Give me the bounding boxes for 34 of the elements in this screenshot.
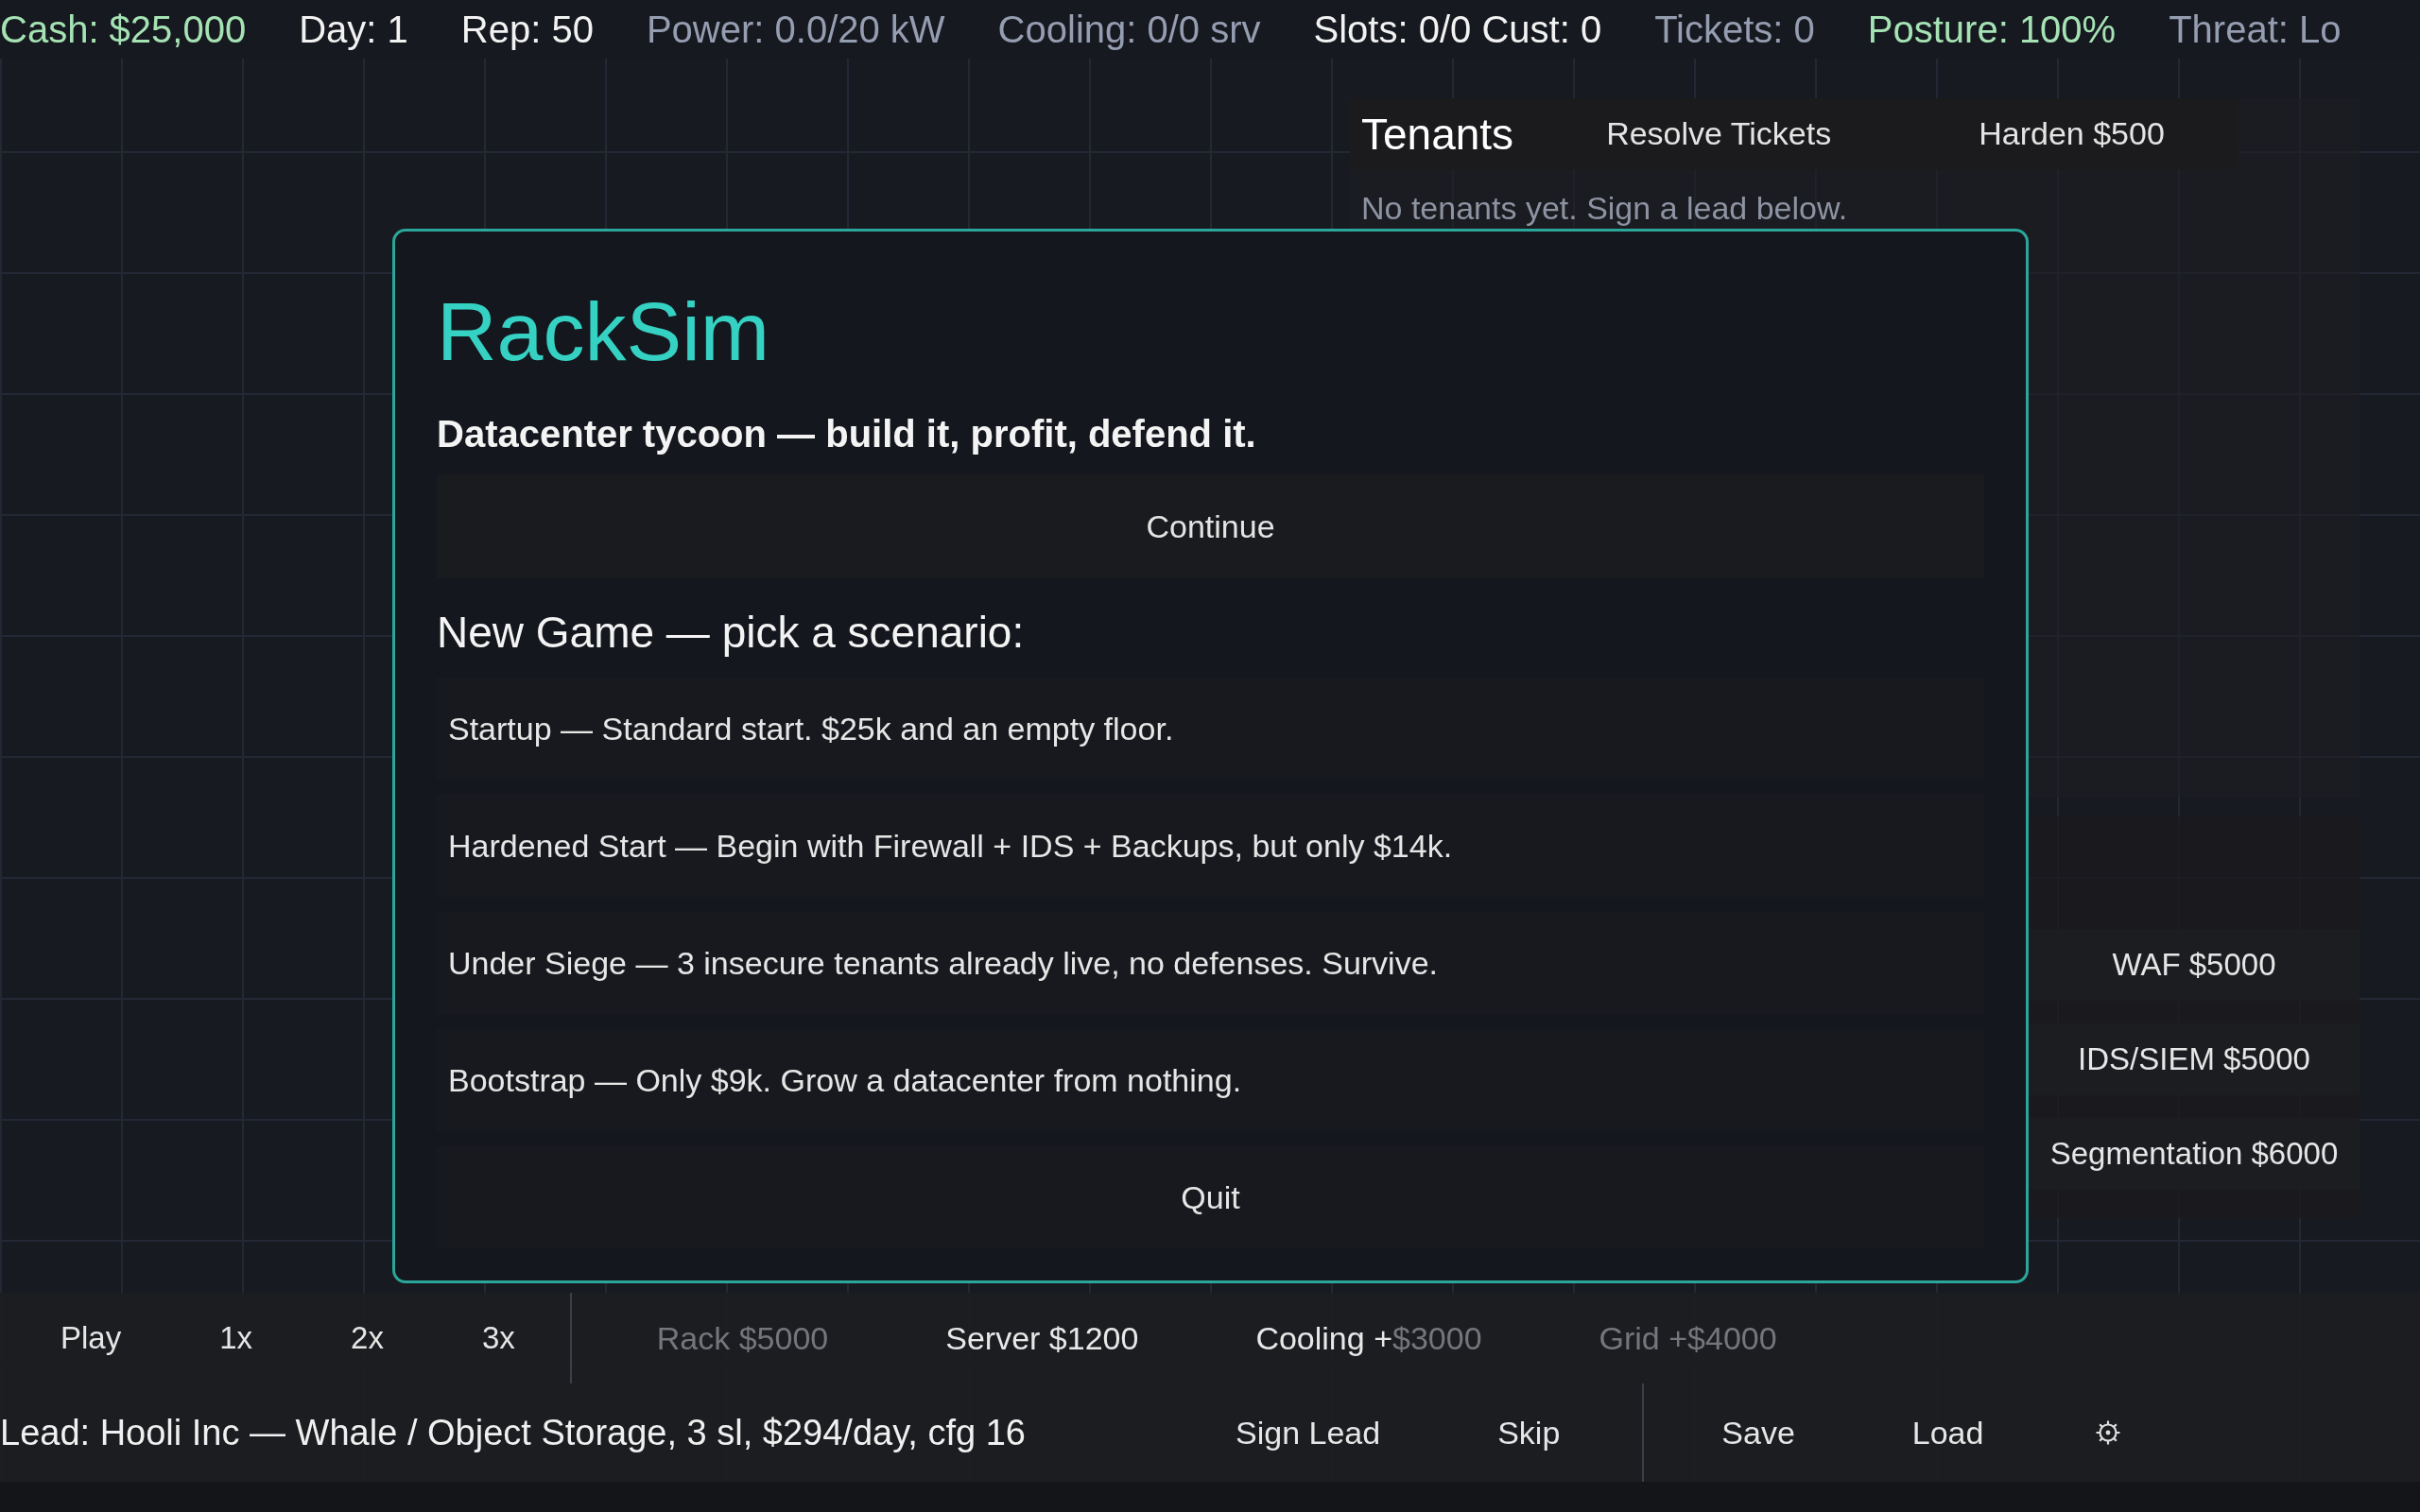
playback-button[interactable]: 1x xyxy=(178,1293,295,1383)
lead-action-button[interactable]: Skip xyxy=(1439,1383,1619,1482)
file-button[interactable]: Save xyxy=(1663,1383,1854,1482)
build-button[interactable]: Grid +$4000 xyxy=(1540,1293,1836,1383)
status-readout: Power: 0.0/20 kW xyxy=(646,8,945,52)
section-heading: New Game — pick a scenario: xyxy=(437,607,1025,658)
status-readout: Posture: 100% xyxy=(1867,8,2117,52)
status-readout: Rep: 50 xyxy=(460,8,594,52)
defense-button[interactable]: WAF $5000 xyxy=(2029,929,2360,1001)
status-readout: Tickets: 0 xyxy=(1654,8,1815,52)
status-readout: Threat: Lo xyxy=(2169,8,2342,52)
build-button[interactable]: Server $1200 xyxy=(887,1293,1198,1383)
status-readout: Cash: $25,000 xyxy=(0,8,247,52)
panel-action-button[interactable]: Resolve Tickets xyxy=(1532,98,1906,169)
playback-button[interactable]: Play xyxy=(19,1293,164,1383)
continue-button[interactable]: Continue xyxy=(437,474,1984,578)
lead-action-button[interactable]: Sign Lead xyxy=(1177,1383,1440,1482)
build-button[interactable]: Rack $5000 xyxy=(597,1293,888,1383)
panel-heading: Tenants xyxy=(1361,108,1514,161)
status-readout: Day: 1 xyxy=(299,8,408,52)
lead-text: Lead: Hooli Inc — Whale / Object Storage, 3 sl, $294/day, cfg 16 xyxy=(0,1412,1026,1454)
panel-action-button[interactable]: Harden $500 xyxy=(1905,98,2238,169)
defense-button[interactable]: IDS/SIEM $5000 xyxy=(2029,1023,2360,1095)
tagline-text: Datacenter tycoon — build it, profit, defend it. xyxy=(437,412,1256,455)
settings-icon xyxy=(2095,1419,2122,1446)
file-button[interactable]: Load xyxy=(1853,1383,2043,1482)
playback-button[interactable]: 2x xyxy=(309,1293,425,1383)
defense-button[interactable]: Segmentation $6000 xyxy=(2029,1118,2360,1190)
status-readout: Cooling: 0/0 srv xyxy=(997,8,1261,52)
game-title: RackSim xyxy=(437,284,770,380)
build-button[interactable]: Cooling +$3000 xyxy=(1197,1293,1541,1383)
status-readout: Slots: 0/0 Cust: 0 xyxy=(1313,8,1602,52)
empty-state-text: No tenants yet. Sign a lead below. xyxy=(1361,189,1848,228)
playback-button[interactable]: 3x xyxy=(440,1293,557,1383)
